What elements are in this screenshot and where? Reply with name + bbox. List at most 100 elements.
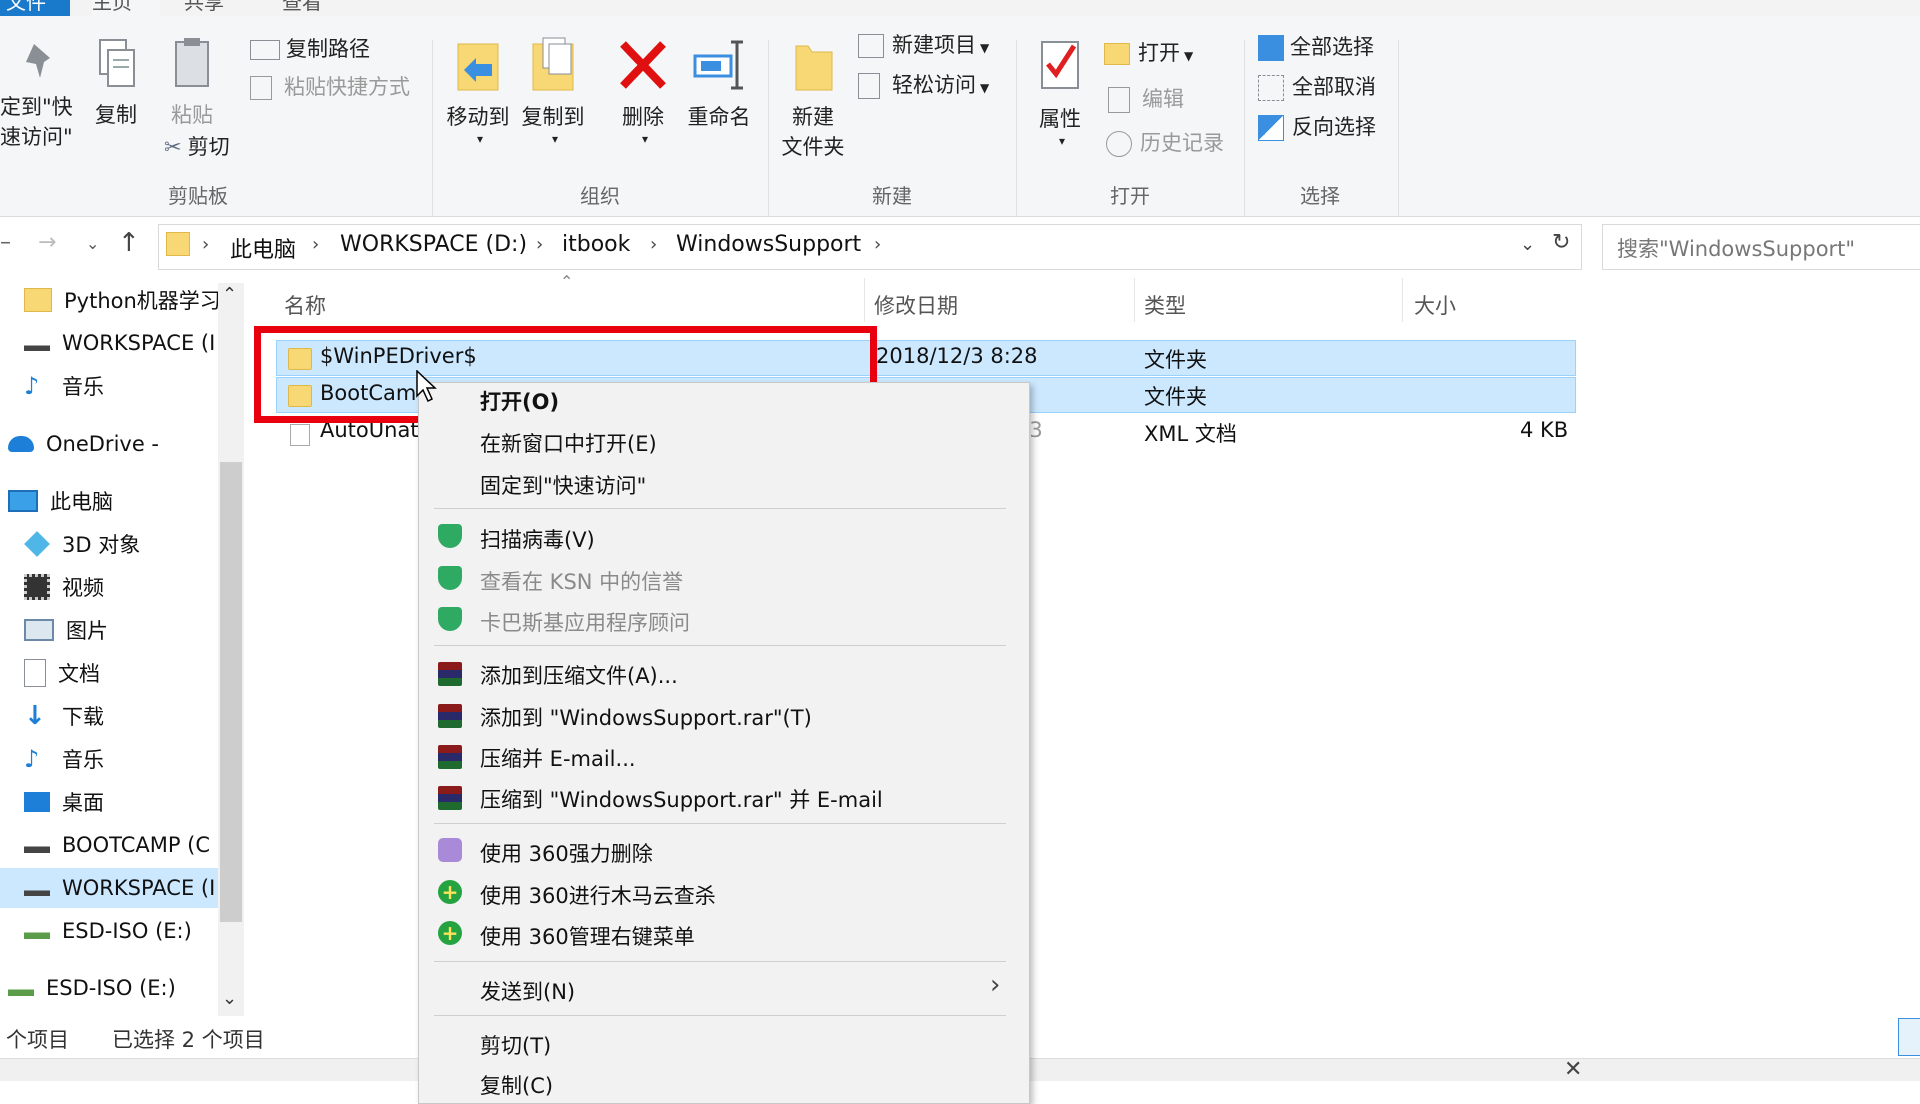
up-arrow-icon[interactable]: ↑ <box>118 228 140 258</box>
copy-path-button[interactable]: 复制路径 <box>250 34 370 64</box>
menu-item-open[interactable]: 打开(O) <box>480 386 559 416</box>
menu-item-cut[interactable]: 剪切(T) <box>480 1030 551 1060</box>
forward-arrow-icon[interactable]: → <box>38 230 56 255</box>
invert-selection-button[interactable]: 反向选择 <box>1258 112 1376 142</box>
properties-button[interactable]: 属性 ▾ <box>1030 34 1090 156</box>
sort-arrow-icon: ⌃ <box>560 272 574 291</box>
column-divider[interactable] <box>1402 278 1403 322</box>
edit-button[interactable]: 编辑 <box>1108 84 1184 114</box>
folder-icon <box>24 288 52 312</box>
select-none-button[interactable]: 全部取消 <box>1258 72 1376 102</box>
scroll-down-arrow-icon[interactable]: ⌄ <box>222 988 237 1009</box>
breadcrumb-this-pc[interactable]: 此电脑 <box>230 232 296 264</box>
back-arrow-icon[interactable]: – <box>0 230 11 255</box>
cut-button[interactable]: ✂ 剪切 <box>164 132 230 162</box>
rename-button[interactable]: 重命名 <box>682 34 756 132</box>
menu-item-add-to-archive[interactable]: 添加到压缩文件(A)... <box>480 660 678 690</box>
nav-scrollbar-thumb[interactable] <box>220 462 242 922</box>
nav-item-music-2[interactable]: ♪ 音乐 <box>24 739 104 779</box>
open-button[interactable]: 打开 ▼ <box>1104 38 1193 71</box>
menu-item-pin-quick-access[interactable]: 固定到"快速访问" <box>480 470 646 500</box>
new-folder-button[interactable]: 新建 文件夹 <box>778 34 848 162</box>
nav-item-esd-iso-2[interactable]: ESD-ISO (E:) <box>8 968 176 1008</box>
column-header-size[interactable]: 大小 <box>1414 290 1456 320</box>
copy-button[interactable]: 复制 <box>88 36 144 130</box>
nav-item-workspace[interactable]: WORKSPACE (I <box>24 323 215 363</box>
scroll-up-arrow-icon[interactable]: ⌃ <box>222 284 237 305</box>
menu-item-copy[interactable]: 复制(C) <box>480 1070 553 1100</box>
pin-to-quick-access-button[interactable]: 定到"快 速访问" <box>0 40 80 152</box>
breadcrumb-chevron-icon[interactable]: › <box>536 234 543 255</box>
nav-item-esd-iso[interactable]: ESD-ISO (E:) <box>24 911 192 951</box>
menu-item-360-cloud-scan[interactable]: 使用 360进行木马云查杀 <box>480 880 716 910</box>
select-all-button[interactable]: 全部选择 <box>1258 32 1374 62</box>
breadcrumb-chevron-icon[interactable]: › <box>202 234 209 255</box>
nav-item-desktop[interactable]: 桌面 <box>24 782 104 822</box>
nav-item-3d-objects[interactable]: 3D 对象 <box>24 524 140 564</box>
tab-share[interactable]: 共享 <box>184 0 224 16</box>
breadcrumb-workspace[interactable]: WORKSPACE (D:) <box>340 232 527 257</box>
breadcrumb-chevron-icon[interactable]: › <box>312 234 319 255</box>
menu-item-360-manage-menu[interactable]: 使用 360管理右键菜单 <box>480 921 695 951</box>
close-icon[interactable]: ✕ <box>1564 1057 1582 1082</box>
menu-item-add-to-rar[interactable]: 添加到 "WindowsSupport.rar"(T) <box>480 702 812 732</box>
copy-to-button[interactable]: 复制到 ▾ <box>516 34 590 154</box>
nav-item-workspace-selected[interactable]: WORKSPACE (I <box>0 868 218 908</box>
nav-item-onedrive[interactable]: OneDrive - <box>8 424 159 464</box>
column-divider[interactable] <box>864 278 865 322</box>
drive-icon <box>24 832 50 858</box>
copy-to-icon <box>532 37 574 91</box>
cut-label: 剪切 <box>187 135 230 159</box>
nav-item-downloads[interactable]: ↓ 下载 <box>24 696 104 736</box>
column-header-name[interactable]: 名称 <box>284 290 326 320</box>
paste-button[interactable]: 粘贴 <box>164 36 220 130</box>
nav-item-this-pc[interactable]: 此电脑 <box>8 481 113 521</box>
submenu-chevron-icon: › <box>990 970 1001 1000</box>
breadcrumb-chevron-icon[interactable]: › <box>874 234 881 255</box>
menu-separator <box>434 823 1006 824</box>
nav-item-label: ESD-ISO (E:) <box>46 976 176 1000</box>
history-button[interactable]: 历史记录 <box>1106 128 1224 158</box>
status-selected-count: 已选择 2 个项目 <box>112 1028 265 1052</box>
menu-item-360-force-delete[interactable]: 使用 360强力删除 <box>480 838 653 868</box>
refresh-icon[interactable]: ↻ <box>1552 230 1570 255</box>
delete-button[interactable]: 删除 ▾ <box>610 34 676 154</box>
downloads-icon: ↓ <box>24 701 46 731</box>
nav-item-documents[interactable]: 文档 <box>24 653 100 693</box>
paste-label: 粘贴 <box>171 103 213 127</box>
tab-view[interactable]: 查看 <box>282 0 322 16</box>
search-input[interactable]: 搜索"WindowsSupport" <box>1602 224 1920 270</box>
menu-item-open-new-window[interactable]: 在新窗口中打开(E) <box>480 428 657 458</box>
details-view-icon[interactable] <box>1898 1018 1920 1056</box>
column-header-date[interactable]: 修改日期 <box>874 290 958 320</box>
nav-item-pictures[interactable]: 图片 <box>24 610 108 650</box>
tab-file[interactable]: 文件 <box>0 0 70 16</box>
recent-locations-chevron-icon[interactable]: ⌄ <box>86 234 99 253</box>
paste-shortcut-button[interactable]: 粘贴快捷方式 <box>250 72 410 102</box>
column-header-type[interactable]: 类型 <box>1144 290 1186 320</box>
easy-access-button[interactable]: 轻松访问 ▼ <box>858 70 989 103</box>
menu-item-kaspersky-advisor[interactable]: 卡巴斯基应用程序顾问 <box>480 607 690 637</box>
menu-item-send-to[interactable]: 发送到(N) <box>480 976 575 1006</box>
breadcrumb-windowssupport[interactable]: WindowsSupport <box>676 232 861 257</box>
breadcrumb-itbook[interactable]: itbook <box>562 232 630 257</box>
column-divider[interactable] <box>1134 278 1135 322</box>
menu-separator <box>434 645 1006 646</box>
kaspersky-shield-icon <box>438 566 462 590</box>
address-dropdown-icon[interactable]: ⌄ <box>1520 234 1535 255</box>
menu-item-scan-virus[interactable]: 扫描病毒(V) <box>480 524 595 554</box>
nav-item-music[interactable]: ♪ 音乐 <box>24 366 104 406</box>
drive-icon <box>24 918 50 944</box>
copy-label: 复制 <box>95 103 137 127</box>
menu-item-compress-email[interactable]: 压缩并 E-mail... <box>480 743 636 773</box>
move-to-button[interactable]: 移动到 ▾ <box>442 34 514 154</box>
nav-item-python[interactable]: Python机器学习 <box>24 280 221 320</box>
breadcrumb-chevron-icon[interactable]: › <box>650 234 657 255</box>
menu-item-ksn-reputation[interactable]: 查看在 KSN 中的信誉 <box>480 566 683 596</box>
menu-item-compress-rar-email[interactable]: 压缩到 "WindowsSupport.rar" 并 E-mail <box>480 784 883 814</box>
nav-item-videos[interactable]: 视频 <box>24 567 104 607</box>
new-item-button[interactable]: 新建项目 ▼ <box>858 30 989 63</box>
tab-home[interactable]: 主页 <box>92 0 160 16</box>
nav-item-bootcamp[interactable]: BOOTCAMP (C <box>24 825 210 865</box>
select-all-icon <box>1258 35 1284 61</box>
